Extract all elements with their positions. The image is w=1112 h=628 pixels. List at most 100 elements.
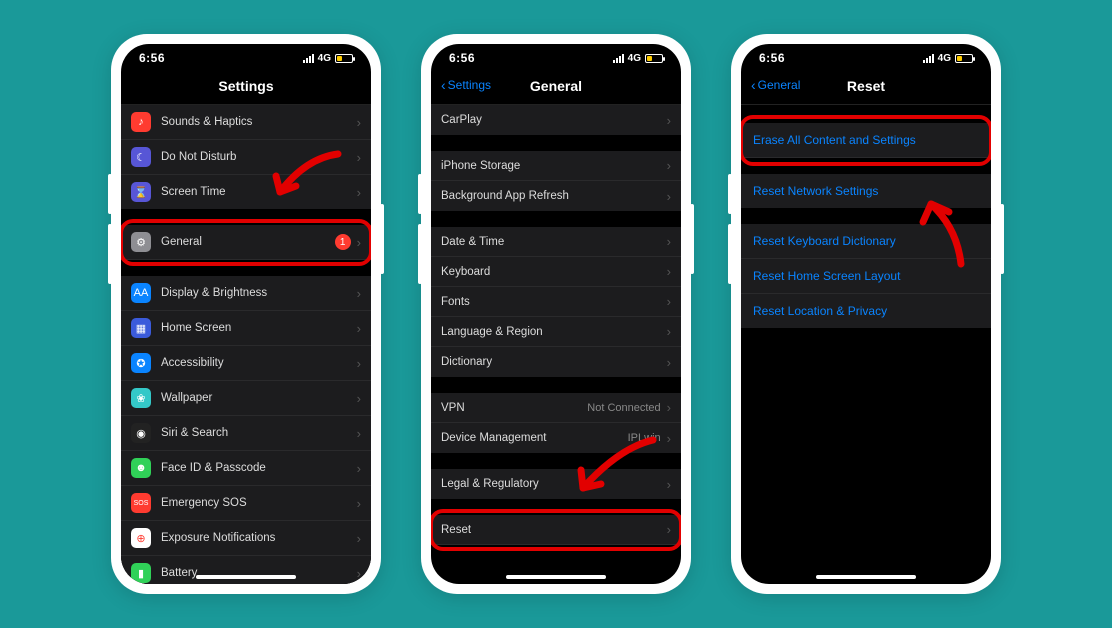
network-label: 4G (318, 53, 331, 64)
chevron-right-icon: › (667, 113, 671, 128)
row-label: Sounds & Haptics (161, 116, 357, 128)
chevron-right-icon: › (667, 158, 671, 173)
list-row[interactable]: Device ManagementIPLwin› (431, 423, 681, 453)
chevron-right-icon: › (667, 522, 671, 537)
row-label: Emergency SOS (161, 497, 357, 509)
chevron-right-icon: › (357, 426, 361, 441)
reset-list: Erase All Content and Settings Reset Net… (741, 123, 991, 328)
chevron-right-icon: › (357, 150, 361, 165)
row-label: Reset Keyboard Dictionary (753, 234, 896, 248)
row-label: iPhone Storage (441, 160, 667, 172)
list-row[interactable]: Keyboard› (431, 257, 681, 287)
chevron-right-icon: › (667, 355, 671, 370)
back-label: General (758, 78, 801, 92)
list-row[interactable]: AADisplay & Brightness› (121, 276, 371, 311)
row-label: Reset Home Screen Layout (753, 269, 900, 283)
row-label: Display & Brightness (161, 287, 357, 299)
list-row[interactable]: Background App Refresh› (431, 181, 681, 211)
list-row[interactable]: Dictionary› (431, 347, 681, 377)
row-general[interactable]: ⚙ General 1 › (121, 225, 371, 260)
list-row[interactable]: Language & Region› (431, 317, 681, 347)
chevron-right-icon: › (667, 477, 671, 492)
row-label: General (161, 236, 335, 248)
list-row[interactable]: ⊕Exposure Notifications› (121, 521, 371, 556)
row-icon: ☾ (131, 147, 151, 167)
list-row[interactable]: Date & Time› (431, 227, 681, 257)
list-row[interactable]: ♪Sounds & Haptics› (121, 105, 371, 140)
chevron-right-icon: › (357, 321, 361, 336)
nav-bar: ‹ General Reset (741, 72, 991, 105)
row-icon: ☻ (131, 458, 151, 478)
list-row[interactable]: Reset Location & Privacy (741, 294, 991, 328)
back-button[interactable]: ‹ General (751, 78, 800, 92)
row-erase-all[interactable]: Erase All Content and Settings (741, 123, 991, 158)
list-row[interactable]: Fonts› (431, 287, 681, 317)
chevron-right-icon: › (357, 391, 361, 406)
chevron-right-icon: › (667, 431, 671, 446)
badge: 1 (335, 234, 351, 250)
chevron-right-icon: › (357, 185, 361, 200)
list-row[interactable]: ✪Accessibility› (121, 346, 371, 381)
signal-bars-icon (303, 54, 314, 63)
list-row[interactable]: Reset Home Screen Layout (741, 259, 991, 294)
row-icon: ♪ (131, 112, 151, 132)
nav-bar: Settings (121, 72, 371, 105)
list-row[interactable]: ❀Wallpaper› (121, 381, 371, 416)
list-row[interactable]: Legal & Regulatory› (431, 469, 681, 499)
status-time: 6:56 (139, 51, 165, 65)
chevron-right-icon: › (667, 400, 671, 415)
row-icon: ⊕ (131, 528, 151, 548)
row-label: Dictionary (441, 356, 667, 368)
row-reset[interactable]: Reset › (431, 515, 681, 545)
row-label: VPN (441, 402, 587, 414)
list-row[interactable]: ▮Battery› (121, 556, 371, 584)
back-label: Settings (448, 78, 491, 92)
chevron-left-icon: ‹ (441, 78, 446, 92)
home-indicator (196, 575, 296, 579)
list-row[interactable]: ▦Home Screen› (121, 311, 371, 346)
list-row[interactable]: ☾Do Not Disturb› (121, 140, 371, 175)
battery-icon (955, 54, 973, 63)
chevron-right-icon: › (357, 286, 361, 301)
list-row[interactable]: SOS Emergency SOS› (121, 486, 371, 521)
row-label: Wallpaper (161, 392, 357, 404)
list-row[interactable]: iPhone Storage› (431, 151, 681, 181)
row-label: Reset Location & Privacy (753, 304, 887, 318)
row-icon: ⌛ (131, 182, 151, 202)
chevron-right-icon: › (357, 235, 361, 250)
list-row[interactable]: ◉Siri & Search› (121, 416, 371, 451)
chevron-right-icon: › (667, 189, 671, 204)
battery-icon (645, 54, 663, 63)
list-row[interactable]: ☻Face ID & Passcode› (121, 451, 371, 486)
status-time: 6:56 (449, 51, 475, 65)
chevron-right-icon: › (357, 566, 361, 581)
status-time: 6:56 (759, 51, 785, 65)
back-button[interactable]: ‹ Settings (441, 78, 491, 92)
row-label: Face ID & Passcode (161, 462, 357, 474)
home-indicator (816, 575, 916, 579)
signal-bars-icon (613, 54, 624, 63)
page-title: Settings (131, 78, 361, 94)
row-icon: SOS (131, 493, 151, 513)
nav-bar: ‹ Settings General (431, 72, 681, 105)
chevron-right-icon: › (357, 531, 361, 546)
chevron-right-icon: › (357, 356, 361, 371)
row-icon: ▦ (131, 318, 151, 338)
status-bar: 6:56 4G (431, 44, 681, 72)
list-row[interactable]: Reset Keyboard Dictionary (741, 224, 991, 259)
list-row[interactable]: VPNNot Connected› (431, 393, 681, 423)
list-row[interactable]: ⌛Screen Time› (121, 175, 371, 209)
list-row[interactable]: Reset Network Settings (741, 174, 991, 208)
row-icon: ▮ (131, 563, 151, 583)
row-label: CarPlay (441, 114, 667, 126)
list-row[interactable]: CarPlay› (431, 105, 681, 135)
chevron-right-icon: › (667, 294, 671, 309)
chevron-right-icon: › (357, 496, 361, 511)
row-label: Background App Refresh (441, 190, 667, 202)
general-list: CarPlay› iPhone Storage›Background App R… (431, 105, 681, 545)
row-label: Keyboard (441, 266, 667, 278)
chevron-right-icon: › (667, 324, 671, 339)
chevron-right-icon: › (667, 264, 671, 279)
row-label: Date & Time (441, 236, 667, 248)
row-label: Reset Network Settings (753, 184, 878, 198)
